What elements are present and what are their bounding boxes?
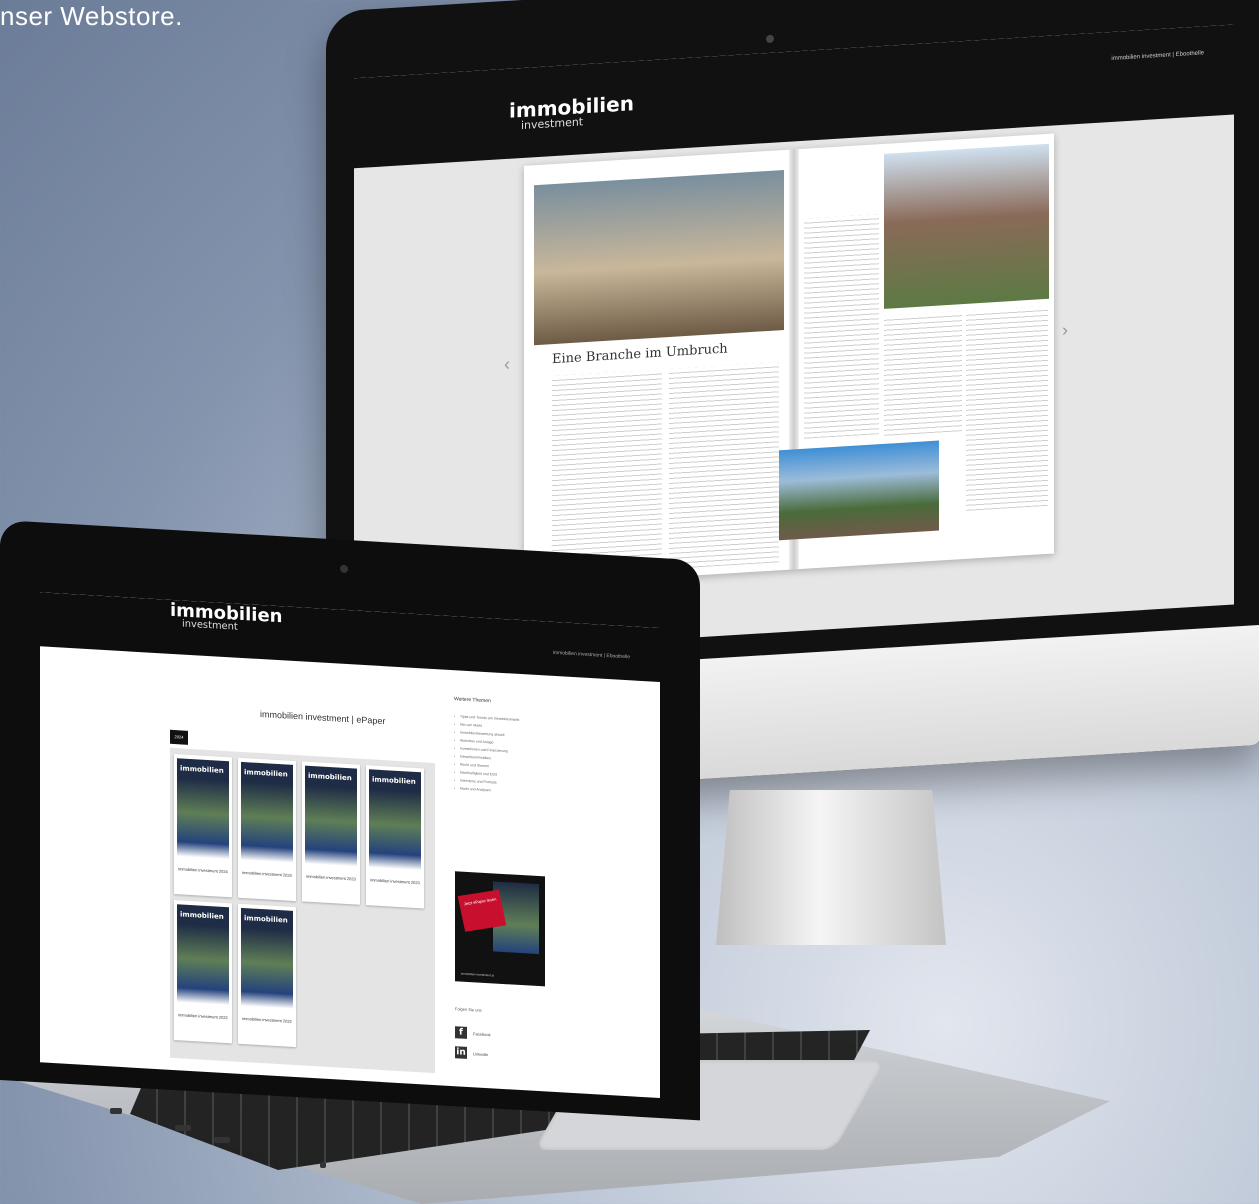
site-logo[interactable]: immobilien investment (509, 91, 634, 133)
usb-port (175, 1125, 191, 1131)
epaper-cover[interactable]: immobilien (177, 758, 229, 860)
magazine-spread: Eine Branche im Umbruch (524, 133, 1054, 586)
cover-masthead: immobilien (180, 764, 224, 775)
article-text (804, 214, 879, 439)
linkedin-icon: in (455, 1046, 467, 1059)
sidebar-heading: Weitere Themen (454, 696, 491, 705)
cover-masthead: immobilien (244, 768, 288, 779)
cover-masthead: immobilien (180, 910, 224, 921)
topic-list: Tipps und Trends am Immobilienmarkt Neu … (454, 712, 574, 799)
photo-mountain (774, 440, 939, 541)
epaper-cover[interactable]: immobilien (305, 765, 357, 867)
laptop-screen: immobilien investment immobilien investm… (40, 592, 660, 1099)
laptop-lid: immobilien investment immobilien investm… (0, 520, 700, 1121)
epaper-card[interactable]: immobilien immobilien investment 2024 (174, 754, 232, 898)
epaper-caption[interactable]: immobilien investment 2023 (304, 874, 358, 883)
epaper-cover[interactable]: immobilien (241, 907, 293, 1009)
article-text (669, 362, 779, 570)
epaper-card[interactable]: immobilien immobilien investment 2023 (238, 757, 296, 902)
cover-masthead: immobilien (308, 771, 352, 783)
laptop-header: immobilien investment immobilien investm… (40, 592, 660, 683)
chevron-left-icon[interactable]: ‹ (504, 354, 510, 375)
photo-interior (534, 169, 784, 346)
follow-heading: Folgen Sie uns (455, 1006, 482, 1013)
monitor-header: immobilien investment immobilien investm… (354, 24, 1234, 169)
epaper-card[interactable]: immobilien immobilien investment 2023 (302, 761, 360, 905)
article-text (966, 305, 1048, 511)
sidebar: Weitere Themen Tipps und Trends am Immob… (454, 696, 574, 799)
cover-grid: immobilien immobilien investment 2024 im… (170, 747, 435, 1074)
epaper-caption[interactable]: immobilien investment 2023 (240, 870, 294, 879)
epaper-caption[interactable]: immobilien investment 2024 (176, 866, 230, 875)
chevron-right-icon[interactable]: › (1062, 320, 1068, 341)
promo-footer: immobilien-investment.at (461, 971, 495, 978)
article-text (884, 311, 962, 436)
monitor-stand (716, 790, 946, 945)
epaper-caption[interactable]: immobilien investment 2022 (240, 1016, 294, 1025)
audio-port (320, 1162, 326, 1168)
cover-masthead: immobilien (244, 914, 288, 925)
usb-port (214, 1137, 230, 1143)
epaper-card[interactable]: immobilien immobilien investment 2023 (366, 765, 424, 909)
header-nav[interactable]: immobilien investment | Eboothelle (1111, 50, 1204, 62)
epaper-card[interactable]: immobilien immobilien investment 2022 (238, 903, 296, 1048)
epaper-cover[interactable]: immobilien (177, 904, 229, 1006)
epaper-cover[interactable]: immobilien (369, 769, 421, 871)
facebook-icon: f (455, 1026, 467, 1039)
linkedin-link[interactable]: in LinkedIn (455, 1046, 488, 1060)
article-text (552, 369, 662, 577)
usb-port (110, 1108, 122, 1114)
cover-masthead: immobilien (372, 775, 416, 786)
promo-banner[interactable]: Jetzt ePaper lesen immobilien-investment… (455, 871, 545, 987)
monitor-camera (766, 34, 774, 44)
epaper-cover[interactable]: immobilien (241, 761, 293, 863)
site-logo[interactable]: immobilien investment (170, 600, 282, 635)
epaper-caption[interactable]: immobilien investment 2022 (176, 1012, 230, 1021)
header-nav[interactable]: immobilien investment | Eboothelle (553, 650, 630, 660)
linkedin-label: LinkedIn (473, 1050, 489, 1057)
article-headline: Eine Branche im Umbruch (552, 341, 728, 368)
store-title: immobilien investment | ePaper (260, 708, 386, 727)
page-caption: nser Webstore. (0, 1, 183, 31)
promo-badge: Jetzt ePaper lesen (457, 889, 507, 932)
photo-building (884, 143, 1049, 309)
epaper-caption[interactable]: immobilien investment 2023 (368, 877, 422, 886)
facebook-label: Facebook (473, 1030, 491, 1037)
epaper-card[interactable]: immobilien immobilien investment 2022 (174, 900, 232, 1044)
facebook-link[interactable]: f Facebook (455, 1026, 491, 1040)
year-filter-button[interactable]: 2024 (170, 729, 188, 745)
laptop-camera (340, 564, 348, 574)
